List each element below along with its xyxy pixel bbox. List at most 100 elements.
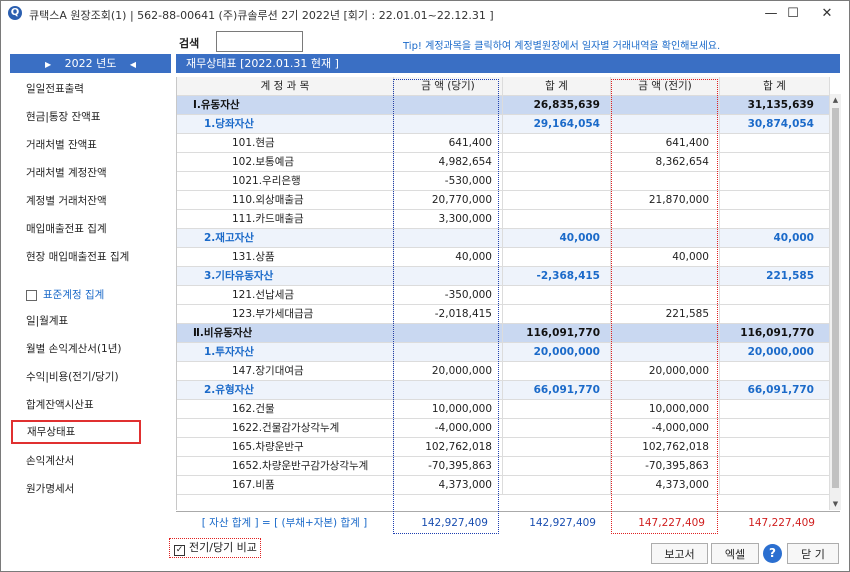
help-icon[interactable]: ? <box>763 544 782 563</box>
account-name-cell[interactable]: 123.부가세대급금 <box>177 305 394 323</box>
account-name-cell[interactable]: 110.외상매출금 <box>177 191 394 209</box>
group-row[interactable]: 3.기타유동자산 -2,368,415 221,585 <box>177 267 830 286</box>
sidebar-item-client-balance[interactable]: 거래처별 잔액표 <box>10 133 171 157</box>
report-button[interactable]: 보고서 <box>651 543 708 564</box>
account-row[interactable]: 111.카드매출금 3,300,000 <box>177 210 830 229</box>
year-navigator: ▶ 2022 년도 ◀ <box>10 54 171 73</box>
scroll-thumb[interactable] <box>832 108 839 488</box>
grid-scrollbar[interactable]: ▲ ▼ <box>829 94 841 510</box>
account-row[interactable]: 147.장기대여금 20,000,000 20,000,000 <box>177 362 830 381</box>
account-name-cell[interactable]: 162.건물 <box>177 400 394 418</box>
standard-account-toggle[interactable]: 표준계정 집계 <box>10 283 171 307</box>
sidebar-item-daily-monthly[interactable]: 일|월계표 <box>10 309 171 333</box>
prior-amount-cell: 102,762,018 <box>611 438 720 456</box>
sidebar-item-account-client[interactable]: 계정별 거래처잔액 <box>10 189 171 213</box>
current-amount-cell: 102,762,018 <box>394 438 503 456</box>
sidebar-item-client-account[interactable]: 거래처별 계정잔액 <box>10 161 171 185</box>
account-row[interactable]: 1622.건물감가상각누계 -4,000,000 -4,000,000 <box>177 419 830 438</box>
prior-sum-cell <box>720 457 830 475</box>
current-sum-cell <box>503 248 611 266</box>
prior-sum-cell <box>720 362 830 380</box>
sidebar-item-cash-balance[interactable]: 현금|통장 잔액표 <box>10 105 171 129</box>
sidebar-item-daily-slip[interactable]: 일일전표출력 <box>10 77 171 101</box>
current-sum-cell: 20,000,000 <box>503 343 611 361</box>
account-name-cell[interactable]: Ⅰ.유동자산 <box>177 96 394 114</box>
sidebar-item-purchase-sales[interactable]: 매입매출전표 집계 <box>10 217 171 241</box>
sidebar-item-cost-statement[interactable]: 원가명세서 <box>10 477 171 501</box>
group-row[interactable]: 2.유형자산 66,091,770 66,091,770 <box>177 381 830 400</box>
maximize-button[interactable]: ☐ <box>778 4 808 24</box>
current-sum-cell <box>503 210 611 228</box>
account-name-cell[interactable]: 1021.우리은행 <box>177 172 394 190</box>
account-name-cell[interactable]: 3.기타유동자산 <box>177 267 394 285</box>
total-current-sum: 142,927,409 <box>529 517 596 529</box>
account-name-cell[interactable]: 102.보통예금 <box>177 153 394 171</box>
prior-amount-cell <box>611 381 720 399</box>
account-row[interactable]: 162.건물 10,000,000 10,000,000 <box>177 400 830 419</box>
group-row[interactable]: Ⅰ.유동자산 26,835,639 31,135,639 <box>177 96 830 115</box>
account-name-cell[interactable]: 121.선납세금 <box>177 286 394 304</box>
sidebar-item-income-statement[interactable]: 손익계산서 <box>10 449 171 473</box>
account-name-cell[interactable]: 1.투자자산 <box>177 343 394 361</box>
account-name-cell[interactable]: 111.카드매출금 <box>177 210 394 228</box>
excel-button[interactable]: 엑셀 <box>711 543 759 564</box>
account-row[interactable]: 123.부가세대급금 -2,018,415 221,585 <box>177 305 830 324</box>
prior-sum-cell <box>720 476 830 494</box>
account-row[interactable]: 121.선납세금 -350,000 <box>177 286 830 305</box>
year-prev-arrow-icon[interactable]: ▶ <box>45 60 51 69</box>
account-name-cell[interactable]: 165.차량운반구 <box>177 438 394 456</box>
current-amount-cell <box>394 267 503 285</box>
account-row[interactable]: 165.차량운반구 102,762,018 102,762,018 <box>177 438 830 457</box>
current-sum-cell: 26,835,639 <box>503 96 611 114</box>
account-name-cell[interactable]: 167.비품 <box>177 476 394 494</box>
scroll-up-icon[interactable]: ▲ <box>830 94 841 106</box>
sidebar-item-trial-balance[interactable]: 합계잔액시산표 <box>10 393 171 417</box>
search-input[interactable] <box>216 31 303 52</box>
account-row[interactable]: 167.비품 4,373,000 4,373,000 <box>177 476 830 495</box>
total-prior-sum: 147,227,409 <box>748 517 815 529</box>
account-name-cell[interactable]: 1.당좌자산 <box>177 115 394 133</box>
account-name-cell[interactable]: 147.장기대여금 <box>177 362 394 380</box>
account-name-cell[interactable]: 101.현금 <box>177 134 394 152</box>
account-name-cell[interactable]: 1622.건물감가상각누계 <box>177 419 394 437</box>
year-next-arrow-icon[interactable]: ◀ <box>130 60 136 69</box>
account-row[interactable]: 131.상품 40,000 40,000 <box>177 248 830 267</box>
account-name-cell[interactable]: 1652.차량운반구감가상각누계 <box>177 457 394 475</box>
total-row: [ 자산 합계 ] = [ (부채+자본) 합계 ] 142,927,409 1… <box>176 511 840 534</box>
current-amount-cell <box>394 324 503 342</box>
standard-account-checkbox[interactable] <box>26 289 37 301</box>
prior-amount-cell: 40,000 <box>611 248 720 266</box>
account-row[interactable]: 1021.우리은행 -530,000 <box>177 172 830 191</box>
prior-sum-cell <box>720 419 830 437</box>
close-window-button[interactable]: ✕ <box>812 4 842 24</box>
current-amount-cell: -530,000 <box>394 172 503 190</box>
prior-sum-cell: 116,091,770 <box>720 324 830 342</box>
sidebar-item-revenue-expense[interactable]: 수익|비용(전기/당기) <box>10 365 171 389</box>
account-name-cell[interactable]: 131.상품 <box>177 248 394 266</box>
prior-amount-cell <box>611 96 720 114</box>
prior-amount-cell: 4,373,000 <box>611 476 720 494</box>
compare-checkbox[interactable]: ✓ <box>174 545 185 556</box>
account-name-cell[interactable]: Ⅱ.비유동자산 <box>177 324 394 342</box>
report-title: 재무상태표 [2022.01.31 현재 ] <box>176 54 840 73</box>
account-row[interactable]: 101.현금 641,400 641,400 <box>177 134 830 153</box>
group-row[interactable]: 1.투자자산 20,000,000 20,000,000 <box>177 343 830 362</box>
sidebar-item-balance-sheet[interactable]: 재무상태표 <box>11 420 141 444</box>
compare-toggle[interactable]: ✓ 전기/당기 비교 <box>169 538 261 558</box>
close-button[interactable]: 닫 기 <box>787 543 839 564</box>
account-name-cell[interactable]: 2.재고자산 <box>177 229 394 247</box>
prior-amount-cell <box>611 324 720 342</box>
sidebar-item-monthly-income[interactable]: 월별 손익계산서(1년) <box>10 337 171 361</box>
scroll-down-icon[interactable]: ▼ <box>830 498 841 510</box>
sidebar-item-site-purchase-sales[interactable]: 현장 매입매출전표 집계 <box>10 245 171 269</box>
account-name-cell[interactable]: 2.유형자산 <box>177 381 394 399</box>
account-row[interactable]: 1652.차량운반구감가상각누계 -70,395,863 -70,395,863 <box>177 457 830 476</box>
group-row[interactable]: Ⅱ.비유동자산 116,091,770 116,091,770 <box>177 324 830 343</box>
account-row[interactable]: 102.보통예금 4,982,654 8,362,654 <box>177 153 830 172</box>
current-sum-cell <box>503 476 611 494</box>
prior-amount-cell: 641,400 <box>611 134 720 152</box>
group-row[interactable]: 2.재고자산 40,000 40,000 <box>177 229 830 248</box>
account-row[interactable]: 110.외상매출금 20,770,000 21,870,000 <box>177 191 830 210</box>
prior-amount-cell <box>611 115 720 133</box>
group-row[interactable]: 1.당좌자산 29,164,054 30,874,054 <box>177 115 830 134</box>
